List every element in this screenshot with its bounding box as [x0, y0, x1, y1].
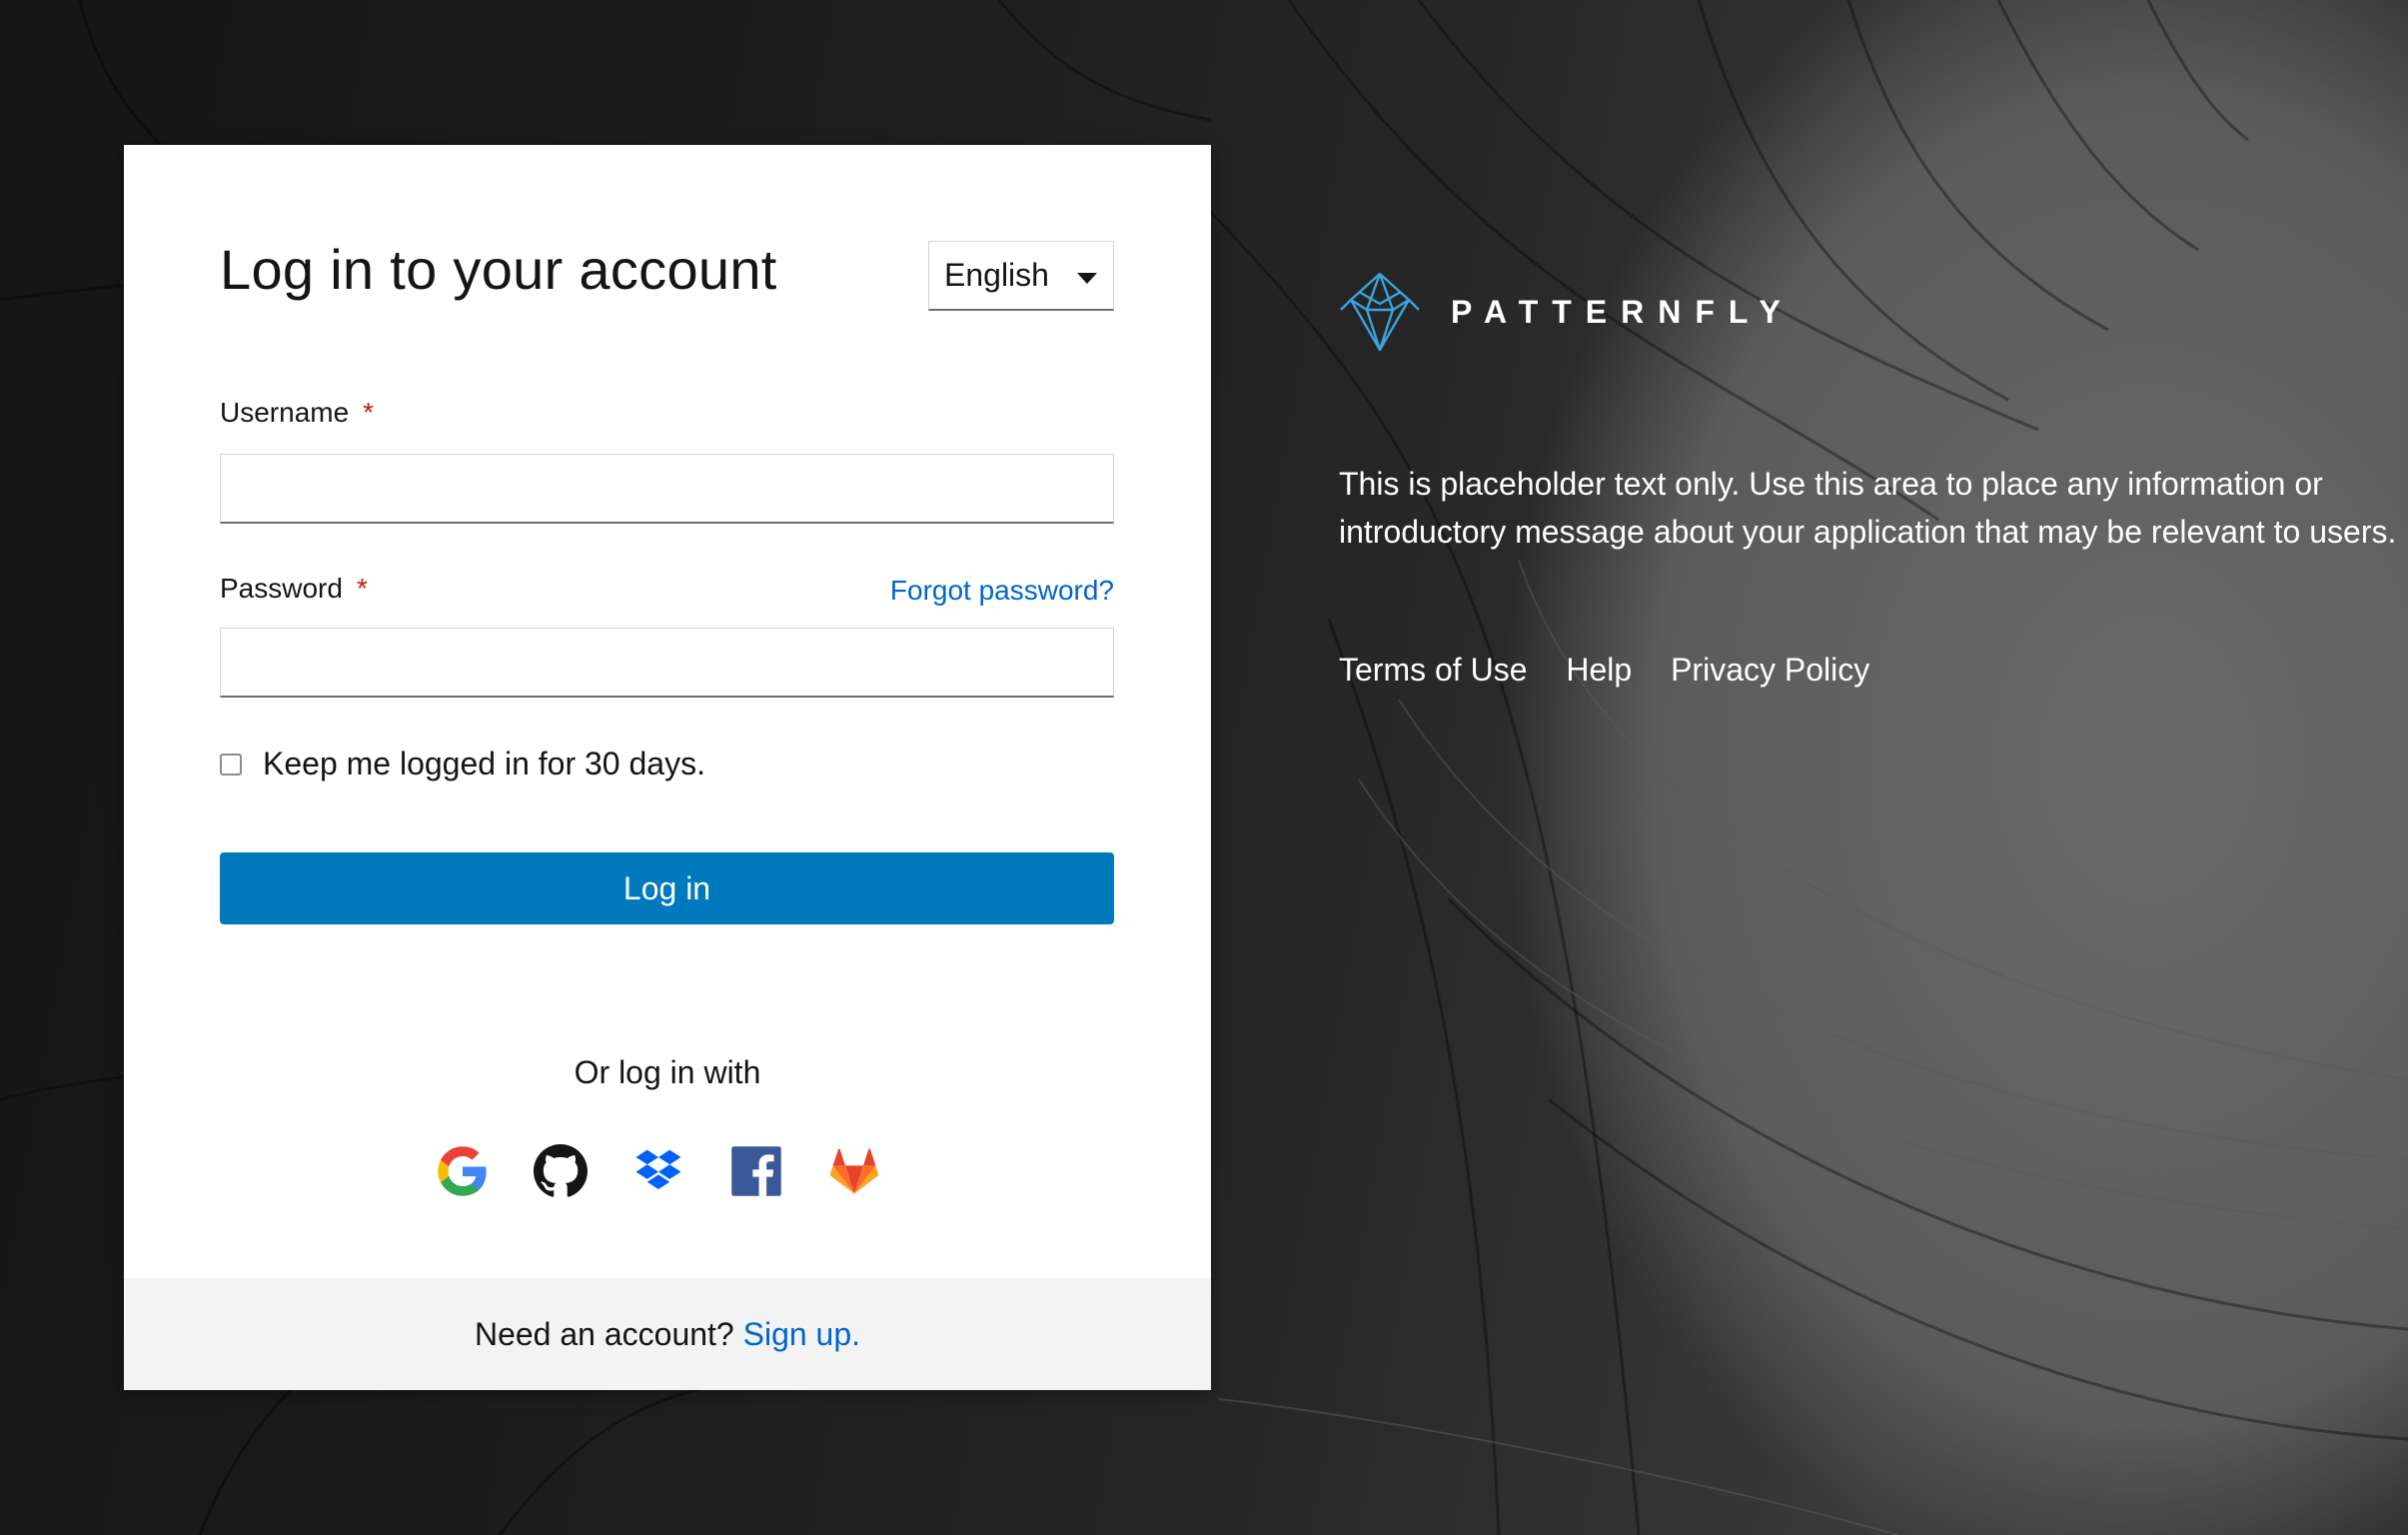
brand-logo: PATTERNFLY — [1337, 270, 1797, 356]
login-card: Log in to your account English Username *… — [124, 145, 1211, 1390]
caret-down-icon — [1077, 273, 1097, 284]
password-input[interactable] — [220, 628, 1114, 698]
info-text: This is placeholder text only. Use this … — [1339, 466, 2397, 550]
brand-name: PATTERNFLY — [1451, 294, 1795, 330]
remember-me-checkbox[interactable] — [220, 754, 242, 775]
username-label-text: Username — [220, 397, 350, 428]
username-label: Username * — [220, 397, 374, 429]
username-input[interactable] — [220, 454, 1114, 524]
facebook-icon[interactable] — [729, 1144, 783, 1198]
required-marker: * — [363, 397, 375, 428]
gitlab-icon[interactable] — [827, 1144, 881, 1198]
github-icon[interactable] — [534, 1144, 588, 1198]
privacy-policy-link[interactable]: Privacy Policy — [1671, 652, 1869, 688]
google-icon[interactable] — [436, 1144, 490, 1198]
remember-me-label[interactable]: Keep me logged in for 30 days. — [263, 746, 705, 782]
password-label: Password * — [220, 573, 368, 605]
login-button[interactable]: Log in — [220, 852, 1114, 924]
required-marker: * — [356, 573, 368, 604]
social-login-heading: Or log in with — [574, 1054, 761, 1090]
footer-links: Terms of Use Help Privacy Policy — [1339, 652, 1899, 689]
help-link[interactable]: Help — [1566, 652, 1632, 688]
need-account-text: Need an account? — [474, 1316, 734, 1352]
forgot-password-link[interactable]: Forgot password? — [890, 575, 1114, 607]
language-select[interactable]: English — [928, 241, 1114, 311]
language-select-value: English — [944, 257, 1049, 293]
login-card-footer: Need an account? Sign up. — [124, 1278, 1211, 1390]
password-label-text: Password — [220, 573, 343, 604]
page-title: Log in to your account — [220, 238, 777, 301]
patternfly-logo-icon — [1340, 272, 1420, 352]
terms-of-use-link[interactable]: Terms of Use — [1339, 652, 1527, 688]
login-card-body: Log in to your account English Username *… — [124, 145, 1211, 1278]
signup-link[interactable]: Sign up. — [743, 1316, 860, 1352]
dropbox-icon[interactable] — [631, 1144, 685, 1198]
